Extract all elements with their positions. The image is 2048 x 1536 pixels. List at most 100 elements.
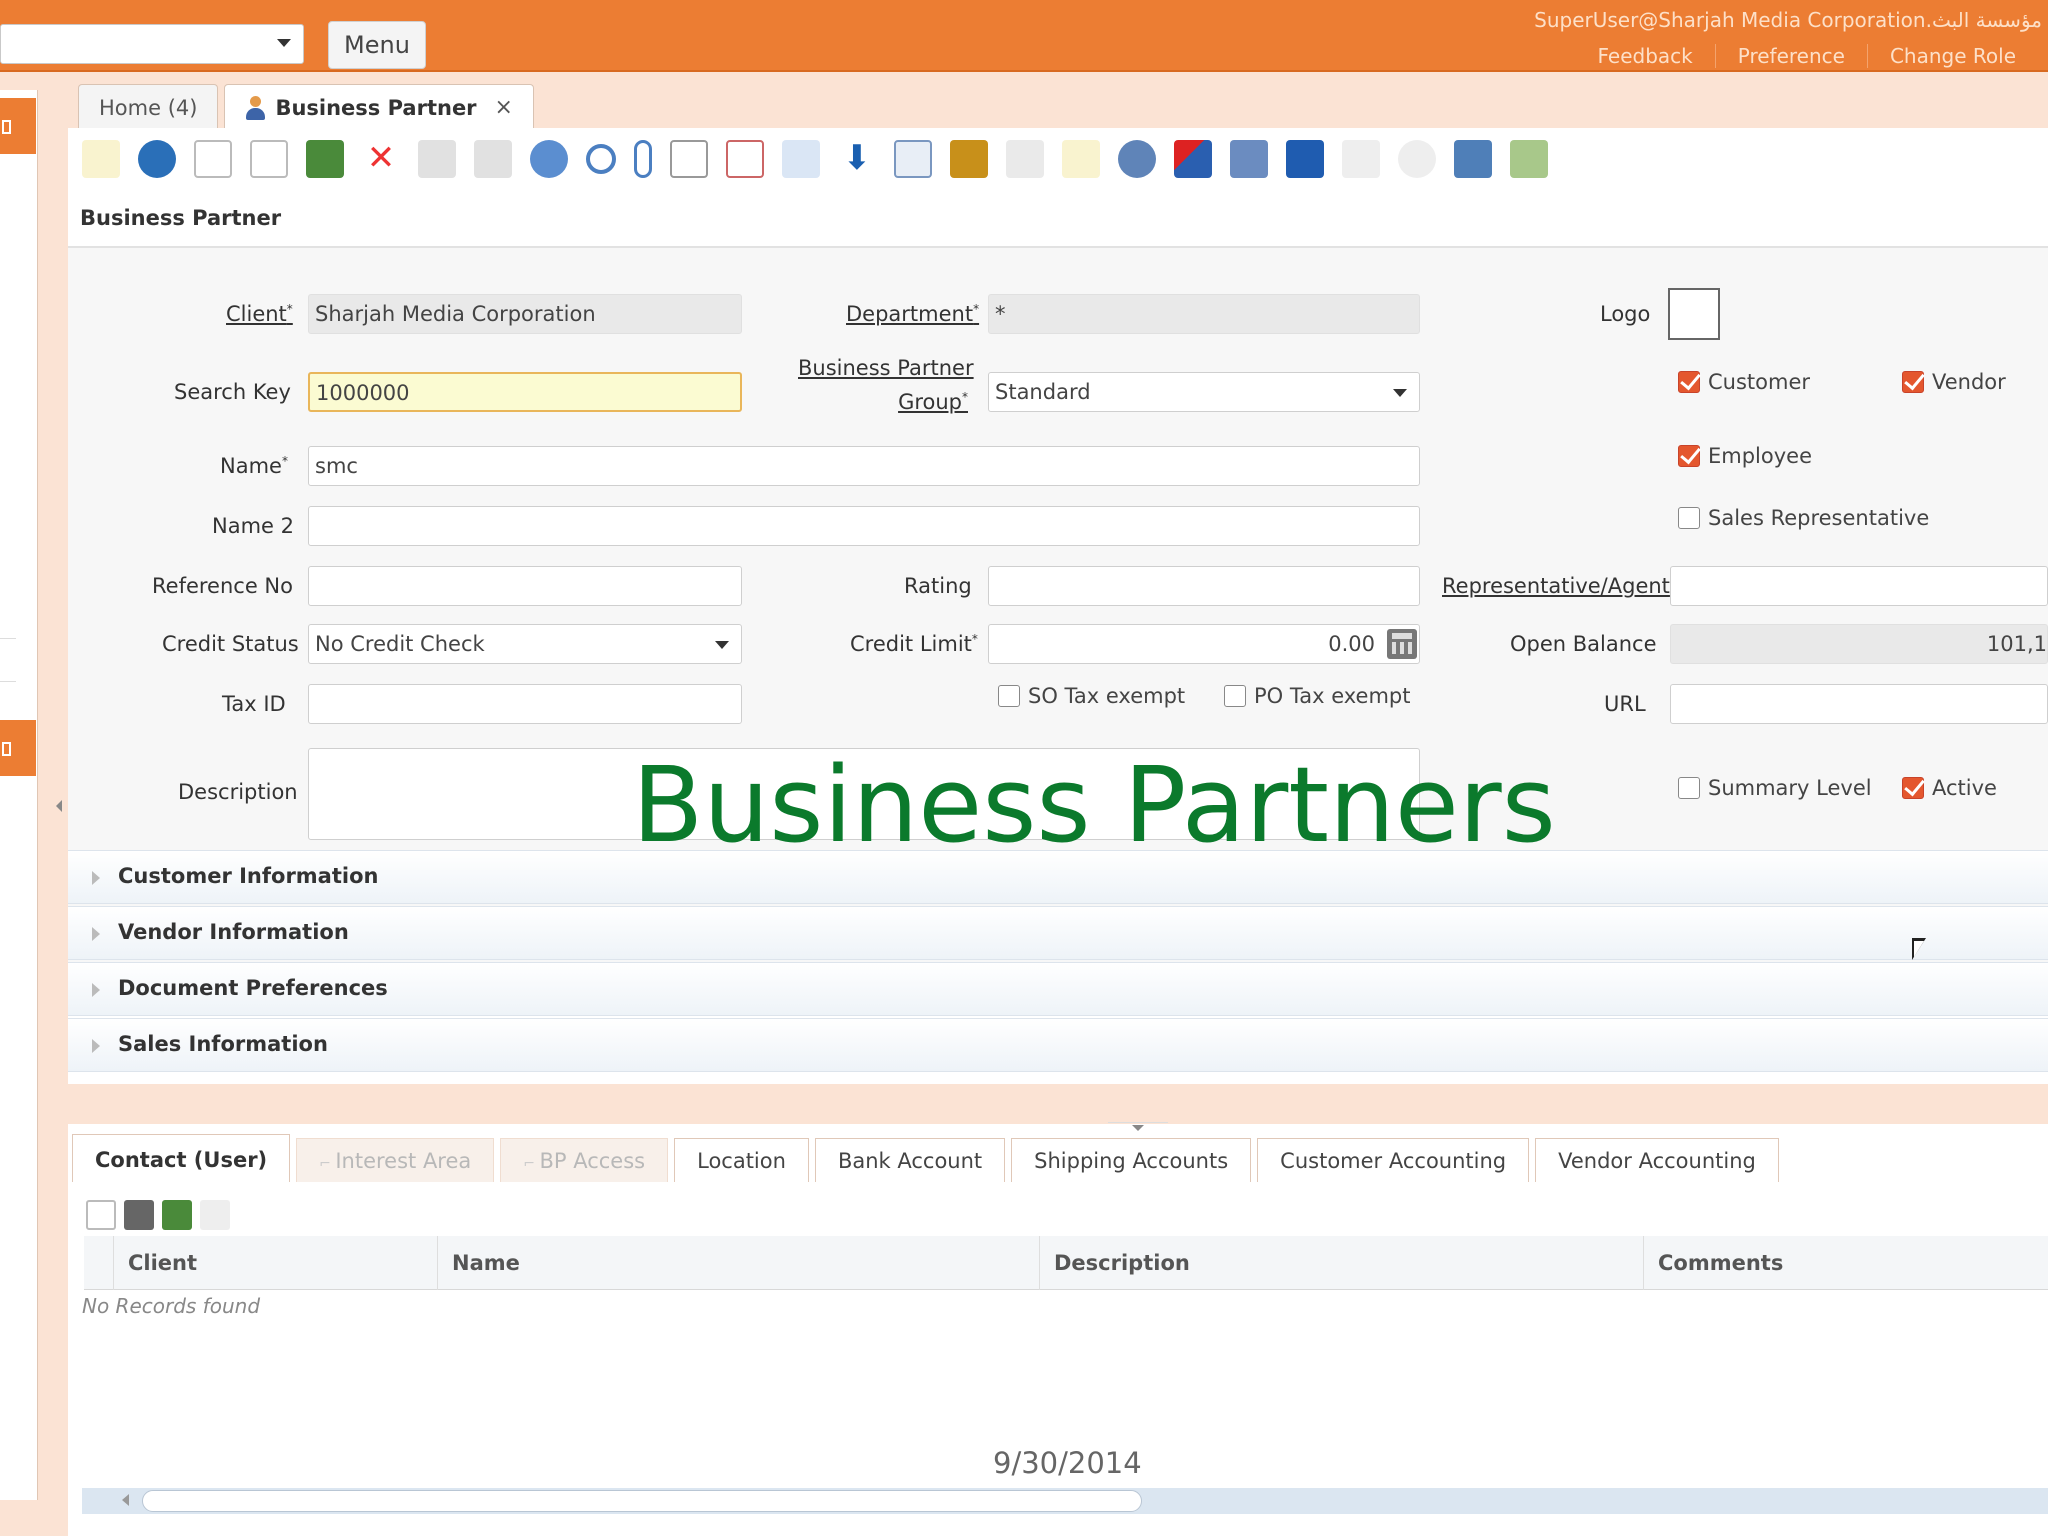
url-field[interactable] xyxy=(1670,684,2048,724)
product-info-icon[interactable] xyxy=(1286,140,1324,178)
chevron-down-icon[interactable] xyxy=(715,641,729,649)
disabled-action-icon[interactable] xyxy=(200,1200,230,1230)
column-description[interactable]: Description xyxy=(1040,1236,1644,1290)
new-record-icon[interactable] xyxy=(86,1200,116,1230)
sales-rep-check[interactable] xyxy=(1678,507,1700,529)
chevron-down-icon[interactable] xyxy=(1393,389,1407,397)
bp-group-label-line2[interactable]: Group* xyxy=(798,390,968,414)
section-sales-information[interactable]: Sales Information xyxy=(68,1018,2048,1072)
preference-link[interactable]: Preference xyxy=(1714,44,1867,68)
employee-check[interactable] xyxy=(1678,445,1700,467)
report-icon[interactable] xyxy=(950,140,988,178)
name2-field[interactable] xyxy=(308,506,1420,546)
po-tax-exempt-checkbox[interactable]: PO Tax exempt xyxy=(1224,684,1410,708)
left-panel-tab-top[interactable] xyxy=(0,98,36,154)
print-icon[interactable] xyxy=(1006,140,1044,178)
calculator-icon[interactable] xyxy=(1387,629,1417,659)
archived-docs-icon[interactable] xyxy=(1062,140,1100,178)
tab-location[interactable]: Location xyxy=(674,1138,809,1184)
reference-no-field[interactable] xyxy=(308,566,742,606)
customer-check[interactable] xyxy=(1678,371,1700,393)
credit-limit-field[interactable]: 0.00 xyxy=(988,624,1420,664)
left-panel-tab-bottom[interactable] xyxy=(0,720,36,776)
vendor-checkbox[interactable]: Vendor xyxy=(1902,370,2006,394)
menu-button[interactable]: Menu xyxy=(328,21,426,69)
save-icon[interactable] xyxy=(418,140,456,178)
expand-arrow-icon[interactable] xyxy=(92,871,100,885)
po-tax-exempt-check[interactable] xyxy=(1224,685,1246,707)
rating-field[interactable] xyxy=(988,566,1420,606)
close-icon[interactable]: × xyxy=(495,86,513,130)
global-search-combo[interactable] xyxy=(0,24,304,64)
grid-toggle-icon[interactable] xyxy=(726,140,764,178)
search-key-field[interactable]: 1000000 xyxy=(308,372,742,412)
splitter-handle-icon[interactable] xyxy=(1108,1122,1168,1132)
chevron-down-icon[interactable] xyxy=(277,39,291,47)
summary-level-check[interactable] xyxy=(1678,777,1700,799)
collapse-arrow-icon[interactable] xyxy=(56,800,62,812)
active-checkbox[interactable]: Active xyxy=(1902,776,1997,800)
lock-icon[interactable] xyxy=(82,140,120,178)
logo-image-field[interactable] xyxy=(1668,288,1720,340)
client-label[interactable]: Client* xyxy=(226,302,293,326)
name-field[interactable]: smc xyxy=(308,446,1420,486)
section-vendor-information[interactable]: Vendor Information xyxy=(68,906,2048,960)
bp-group-label-line1[interactable]: Business Partner xyxy=(798,356,974,380)
customer-checkbox[interactable]: Customer xyxy=(1678,370,1810,394)
sales-rep-checkbox[interactable]: Sales Representative xyxy=(1678,506,1929,530)
employee-checkbox[interactable]: Employee xyxy=(1678,444,1812,468)
active-check[interactable] xyxy=(1902,777,1924,799)
post-icon[interactable] xyxy=(1342,140,1380,178)
so-tax-exempt-checkbox[interactable]: SO Tax exempt xyxy=(998,684,1185,708)
export-icon[interactable] xyxy=(1454,140,1492,178)
tab-shipping-accounts[interactable]: Shipping Accounts xyxy=(1011,1138,1252,1184)
section-document-preferences[interactable]: Document Preferences xyxy=(68,962,2048,1016)
detail-record-icon[interactable] xyxy=(894,140,932,178)
copy-record-icon[interactable] xyxy=(250,140,288,178)
tab-interest-area[interactable]: Interest Area xyxy=(296,1138,495,1184)
delete-icon[interactable]: ✕ xyxy=(362,140,400,178)
archive-icon[interactable] xyxy=(306,140,344,178)
open-balance-field[interactable]: 101,1 xyxy=(1670,624,2048,664)
search-icon[interactable] xyxy=(586,144,616,174)
column-comments[interactable]: Comments xyxy=(1644,1236,2044,1290)
tab-bank-account[interactable]: Bank Account xyxy=(814,1138,1006,1184)
import-icon[interactable] xyxy=(1510,140,1548,178)
tax-id-field[interactable] xyxy=(308,684,742,724)
horizontal-scrollbar[interactable] xyxy=(82,1488,2048,1514)
tab-business-partner[interactable]: Business Partner × xyxy=(224,84,534,130)
bp-group-select[interactable]: Standard xyxy=(988,372,1420,412)
vendor-check[interactable] xyxy=(1902,371,1924,393)
archive-icon[interactable] xyxy=(162,1200,192,1230)
active-workflows-icon[interactable] xyxy=(1174,140,1212,178)
rep-agent-label[interactable]: Representative/Agent xyxy=(1442,574,1670,598)
column-name[interactable]: Name xyxy=(438,1236,1040,1290)
tab-home[interactable]: Home (4) xyxy=(78,84,219,130)
scroll-left-icon[interactable] xyxy=(122,1494,129,1506)
refresh-icon[interactable] xyxy=(530,140,568,178)
expand-arrow-icon[interactable] xyxy=(92,927,100,941)
zoom-across-icon[interactable] xyxy=(1118,140,1156,178)
tab-bp-access[interactable]: BP Access xyxy=(500,1138,669,1184)
rep-agent-field[interactable] xyxy=(1670,566,2048,606)
settings-icon[interactable] xyxy=(1398,140,1436,178)
edit-record-icon[interactable] xyxy=(124,1200,154,1230)
tab-vendor-accounting[interactable]: Vendor Accounting xyxy=(1535,1138,1779,1184)
help-icon[interactable] xyxy=(138,140,176,178)
department-label[interactable]: Department* xyxy=(846,302,979,326)
change-role-link[interactable]: Change Role xyxy=(1866,44,2038,68)
next-record-icon[interactable]: ⬇ xyxy=(838,140,876,178)
summary-level-checkbox[interactable]: Summary Level xyxy=(1678,776,1872,800)
credit-status-select[interactable]: No Credit Check xyxy=(308,624,742,664)
requests-icon[interactable] xyxy=(1230,140,1268,178)
tab-customer-accounting[interactable]: Customer Accounting xyxy=(1257,1138,1530,1184)
new-record-icon[interactable] xyxy=(194,140,232,178)
column-client[interactable]: Client xyxy=(114,1236,438,1290)
chat-icon[interactable] xyxy=(670,140,708,178)
department-field[interactable]: * xyxy=(988,294,1420,334)
feedback-link[interactable]: Feedback xyxy=(1576,44,1715,68)
panel-splitter[interactable] xyxy=(68,1084,2048,1124)
scroll-thumb[interactable] xyxy=(142,1490,1142,1512)
expand-arrow-icon[interactable] xyxy=(92,983,100,997)
client-field[interactable]: Sharjah Media Corporation xyxy=(308,294,742,334)
